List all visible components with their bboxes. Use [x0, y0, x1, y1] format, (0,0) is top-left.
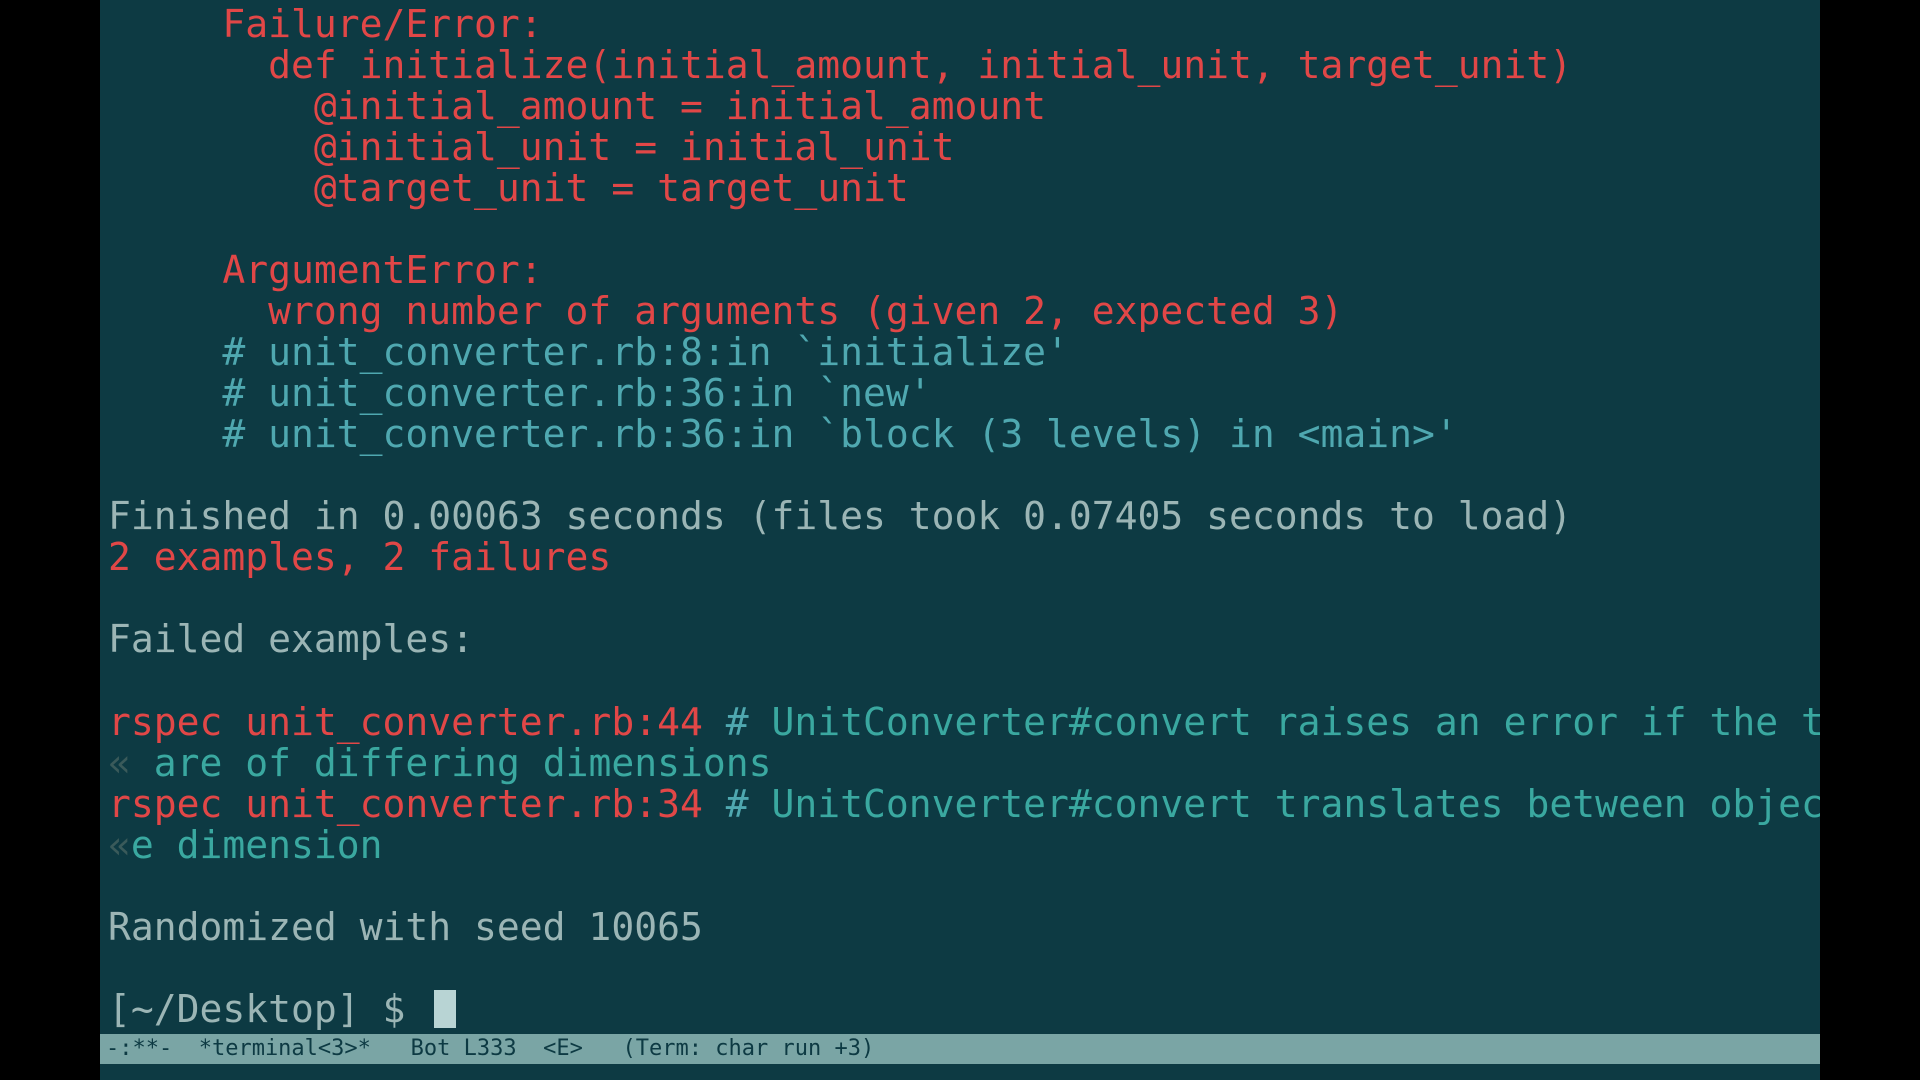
random-seed: Randomized with seed 10065: [108, 905, 703, 949]
timing-summary: Finished in 0.00063 seconds (files took …: [108, 494, 1572, 538]
failed-example-cmd: rspec unit_converter.rb:44: [108, 700, 703, 744]
failed-example-desc: UnitConverter#convert translates between…: [771, 782, 1820, 826]
failure-header: Failure/Error:: [108, 2, 543, 46]
comment-separator: #: [703, 700, 772, 744]
backtrace-line: # unit_converter.rb:36:in `block (3 leve…: [108, 412, 1458, 456]
emacs-mode-line: -:**- *terminal<3>* Bot L333 <E> (Term: …: [100, 1034, 1820, 1064]
shell-prompt: [~/Desktop] $: [108, 987, 428, 1031]
line-wrap-indicator-left: «: [108, 823, 131, 867]
error-code-line: @target_unit = target_unit: [108, 166, 909, 210]
error-code-line: @initial_unit = initial_unit: [108, 125, 954, 169]
failed-example-cmd: rspec unit_converter.rb:34: [108, 782, 703, 826]
exception-name: ArgumentError:: [108, 248, 543, 292]
failed-example-desc-cont: e dimension: [131, 823, 383, 867]
cursor-block[interactable]: [434, 990, 456, 1028]
error-code-line: @initial_amount = initial_amount: [108, 84, 1046, 128]
error-code-line: def initialize(initial_amount, initial_u…: [108, 43, 1572, 87]
comment-separator: #: [703, 782, 772, 826]
example-counts: 2 examples, 2 failures: [108, 535, 611, 579]
backtrace-line: # unit_converter.rb:8:in `initialize': [108, 330, 1069, 374]
exception-message: wrong number of arguments (given 2, expe…: [108, 289, 1343, 333]
terminal-buffer[interactable]: Failure/Error: def initialize(initial_am…: [100, 0, 1820, 1080]
failed-example-desc-cont: are of differing dimensions: [131, 741, 772, 785]
backtrace-line: # unit_converter.rb:36:in `new': [108, 371, 932, 415]
failed-examples-header: Failed examples:: [108, 617, 474, 661]
failed-example-desc: UnitConverter#convert raises an error if…: [771, 700, 1820, 744]
line-wrap-indicator-left: «: [108, 741, 131, 785]
